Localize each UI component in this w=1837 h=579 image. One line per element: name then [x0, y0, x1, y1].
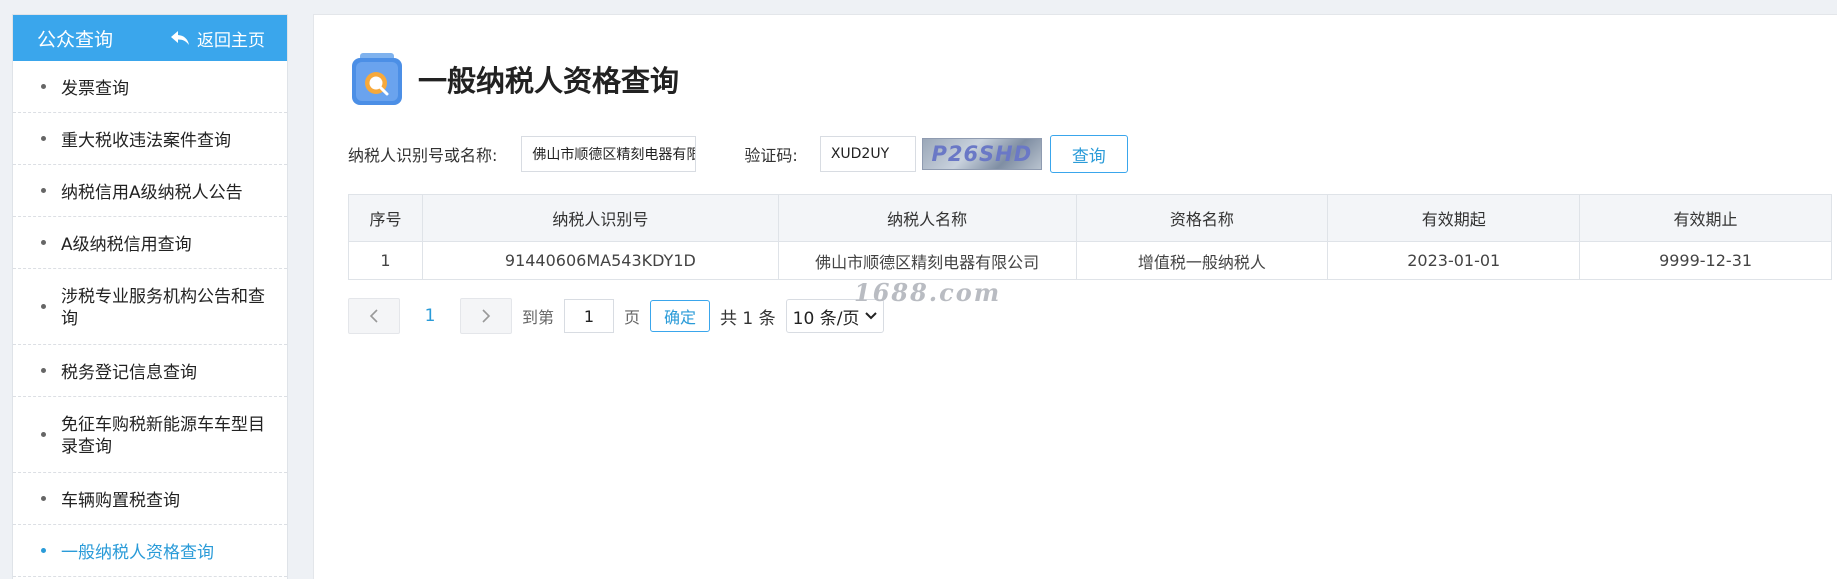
cell-valid-from: 2023-01-01	[1327, 241, 1581, 280]
goto-prefix: 到第	[522, 308, 555, 327]
sidebar-title: 公众查询	[37, 28, 114, 51]
results-table: 序号 纳税人识别号 纳税人名称 资格名称 有效期起 有效期止 1 9144060…	[348, 194, 1832, 280]
total-count: 共 1 条	[720, 308, 776, 329]
cell-index: 1	[348, 241, 423, 280]
main-panel: 一般纳税人资格查询 纳税人识别号或名称: 佛山市顺德区精刻电器有限公司 验证码:…	[313, 14, 1837, 579]
captcha-text: P26SHD	[931, 142, 1033, 166]
home-button[interactable]: 返回主页	[171, 26, 265, 51]
table-row: 1 91440606MA543KDY1D 佛山市顺德区精刻电器有限公司 增值税一…	[348, 241, 1832, 280]
sidebar-item-vehicle-purchase-tax[interactable]: 车辆购置税查询	[13, 473, 287, 525]
pagination: 1 到第 1 页 确定 共 1 条 10 条/页	[348, 298, 885, 334]
reply-arrow-icon	[171, 31, 189, 45]
sidebar-item-label: A级纳税信用查询	[61, 235, 192, 255]
page-header: 一般纳税人资格查询	[350, 51, 679, 107]
sidebar-item-label: 车辆购置税查询	[61, 491, 180, 511]
watermark: 1688.com	[854, 278, 1002, 307]
sidebar-menu: 发票查询 重大税收违法案件查询 纳税信用A级纳税人公告 A级纳税信用查询 涉税专…	[13, 61, 287, 577]
sidebar-item-tax-violation-query[interactable]: 重大税收违法案件查询	[13, 113, 287, 165]
sidebar-item-invoice-query[interactable]: 发票查询	[13, 61, 287, 113]
search-form: 纳税人识别号或名称: 佛山市顺德区精刻电器有限公司 验证码: XUD2UY P2…	[348, 135, 1128, 173]
sidebar-item-label: 税务登记信息查询	[61, 363, 197, 383]
sidebar-item-general-taxpayer-query[interactable]: 一般纳税人资格查询	[13, 525, 287, 577]
sidebar-item-label: 一般纳税人资格查询	[61, 543, 214, 563]
prev-page-button[interactable]	[348, 298, 400, 334]
captcha-label: 验证码:	[744, 146, 798, 165]
sidebar-header: 公众查询 返回主页	[13, 15, 287, 61]
goto-confirm-button[interactable]: 确定	[650, 300, 711, 332]
query-button[interactable]: 查询	[1049, 135, 1128, 173]
cell-taxpayer-id: 91440606MA543KDY1D	[421, 241, 779, 280]
home-label: 返回主页	[197, 30, 265, 51]
column-header-valid-to: 有效期止	[1579, 194, 1832, 242]
cell-taxpayer-name: 佛山市顺德区精刻电器有限公司	[777, 241, 1077, 280]
column-header-taxpayer-name: 纳税人名称	[777, 194, 1077, 242]
sidebar-item-a-grade-credit-query[interactable]: A级纳税信用查询	[13, 217, 287, 269]
table-header-row: 序号 纳税人识别号 纳税人名称 资格名称 有效期起 有效期止	[348, 194, 1832, 242]
sidebar-item-tax-registration-query[interactable]: 税务登记信息查询	[13, 345, 287, 397]
cell-valid-to: 9999-12-31	[1579, 241, 1832, 280]
sidebar-item-tax-service-agency[interactable]: 涉税专业服务机构公告和查询	[13, 269, 287, 345]
column-header-valid-from: 有效期起	[1327, 194, 1581, 242]
column-header-taxpayer-id: 纳税人识别号	[421, 194, 779, 242]
next-page-button[interactable]	[460, 298, 512, 334]
sidebar-item-label: 免征车购税新能源车车型目录查询	[61, 414, 265, 457]
taxpayer-name-label: 纳税人识别号或名称:	[348, 146, 498, 165]
cell-qualification: 增值税一般纳税人	[1075, 241, 1329, 280]
chevron-left-icon	[369, 309, 378, 323]
column-header-qualification: 资格名称	[1075, 194, 1329, 242]
captcha-image[interactable]: P26SHD	[921, 138, 1042, 170]
sidebar-item-a-grade-announcement[interactable]: 纳税信用A级纳税人公告	[13, 165, 287, 217]
taxpayer-name-input[interactable]: 佛山市顺德区精刻电器有限公司	[521, 136, 697, 172]
sidebar: 公众查询 返回主页 发票查询 重大税收违法案件查询 纳税信用A级纳税人公告 A级…	[12, 14, 288, 579]
chevron-down-icon	[865, 312, 878, 320]
page-title: 一般纳税人资格查询	[418, 64, 680, 98]
goto-page-input[interactable]: 1	[564, 299, 615, 333]
page-number-current[interactable]: 1	[400, 306, 460, 326]
goto-suffix: 页	[624, 308, 641, 327]
column-header-index: 序号	[348, 194, 423, 242]
sidebar-item-label: 重大税收违法案件查询	[61, 131, 231, 151]
chevron-right-icon	[482, 309, 491, 323]
sidebar-item-new-energy-vehicle-catalog[interactable]: 免征车购税新能源车车型目录查询	[13, 397, 287, 473]
page-size-value: 10 条/页	[792, 308, 860, 329]
captcha-input[interactable]: XUD2UY	[819, 136, 916, 172]
sidebar-item-label: 涉税专业服务机构公告和查询	[61, 286, 265, 329]
sidebar-item-label: 发票查询	[61, 79, 129, 99]
sidebar-item-label: 纳税信用A级纳税人公告	[61, 183, 243, 203]
document-search-icon	[352, 53, 402, 105]
